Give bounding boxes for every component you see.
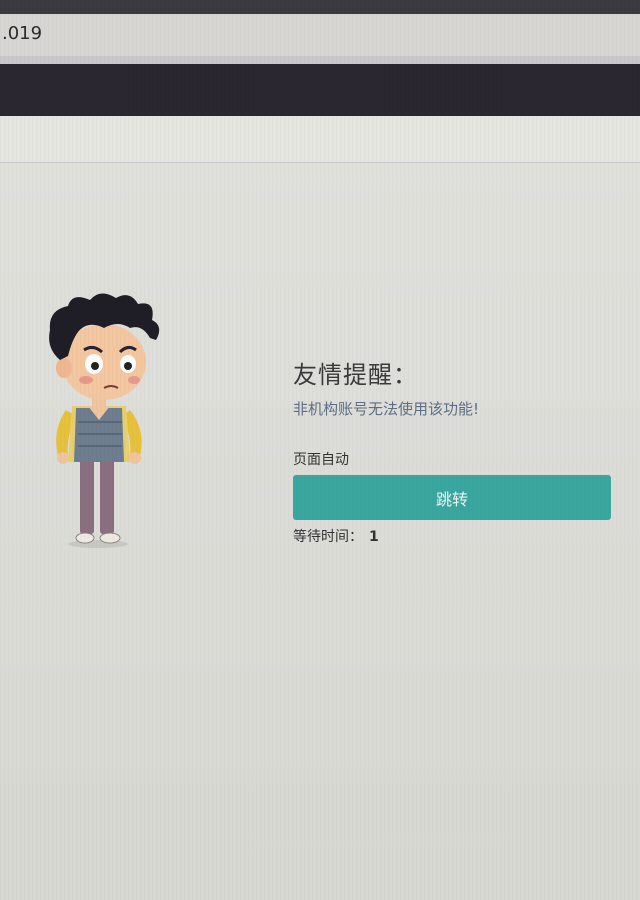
- address-text: .019: [2, 23, 43, 44]
- notice-panel: 友情提醒： 非机构账号无法使用该功能! 页面自动 跳转 等待时间： 1: [293, 355, 613, 546]
- auto-redirect-label: 页面自动: [293, 452, 349, 468]
- notice-title: 友情提醒：: [293, 361, 418, 389]
- jump-button[interactable]: 跳转: [293, 475, 611, 520]
- main-content: 友情提醒： 非机构账号无法使用该功能! 页面自动 跳转 等待时间： 1: [0, 162, 640, 900]
- page-subheader: [0, 116, 640, 163]
- screen: .019 友情提醒： 非机构账号无法使用该功能! 页面自动 跳转 等待时间： 1: [0, 0, 640, 900]
- browser-address-bar[interactable]: .019: [0, 14, 640, 58]
- jump-button-label: 跳转: [435, 489, 468, 509]
- top-navigation-bar: [0, 64, 640, 116]
- character-svg: [49, 293, 160, 548]
- wait-time-label: 等待时间：: [293, 529, 363, 545]
- worried-boy-illustration: [38, 290, 168, 552]
- address-bar-border: [0, 56, 640, 64]
- wait-time-row: 等待时间： 1: [293, 526, 613, 546]
- window-top-edge: [0, 0, 640, 14]
- notice-message: 非机构账号无法使用该功能!: [293, 400, 480, 418]
- wait-time-value: 1: [369, 529, 379, 545]
